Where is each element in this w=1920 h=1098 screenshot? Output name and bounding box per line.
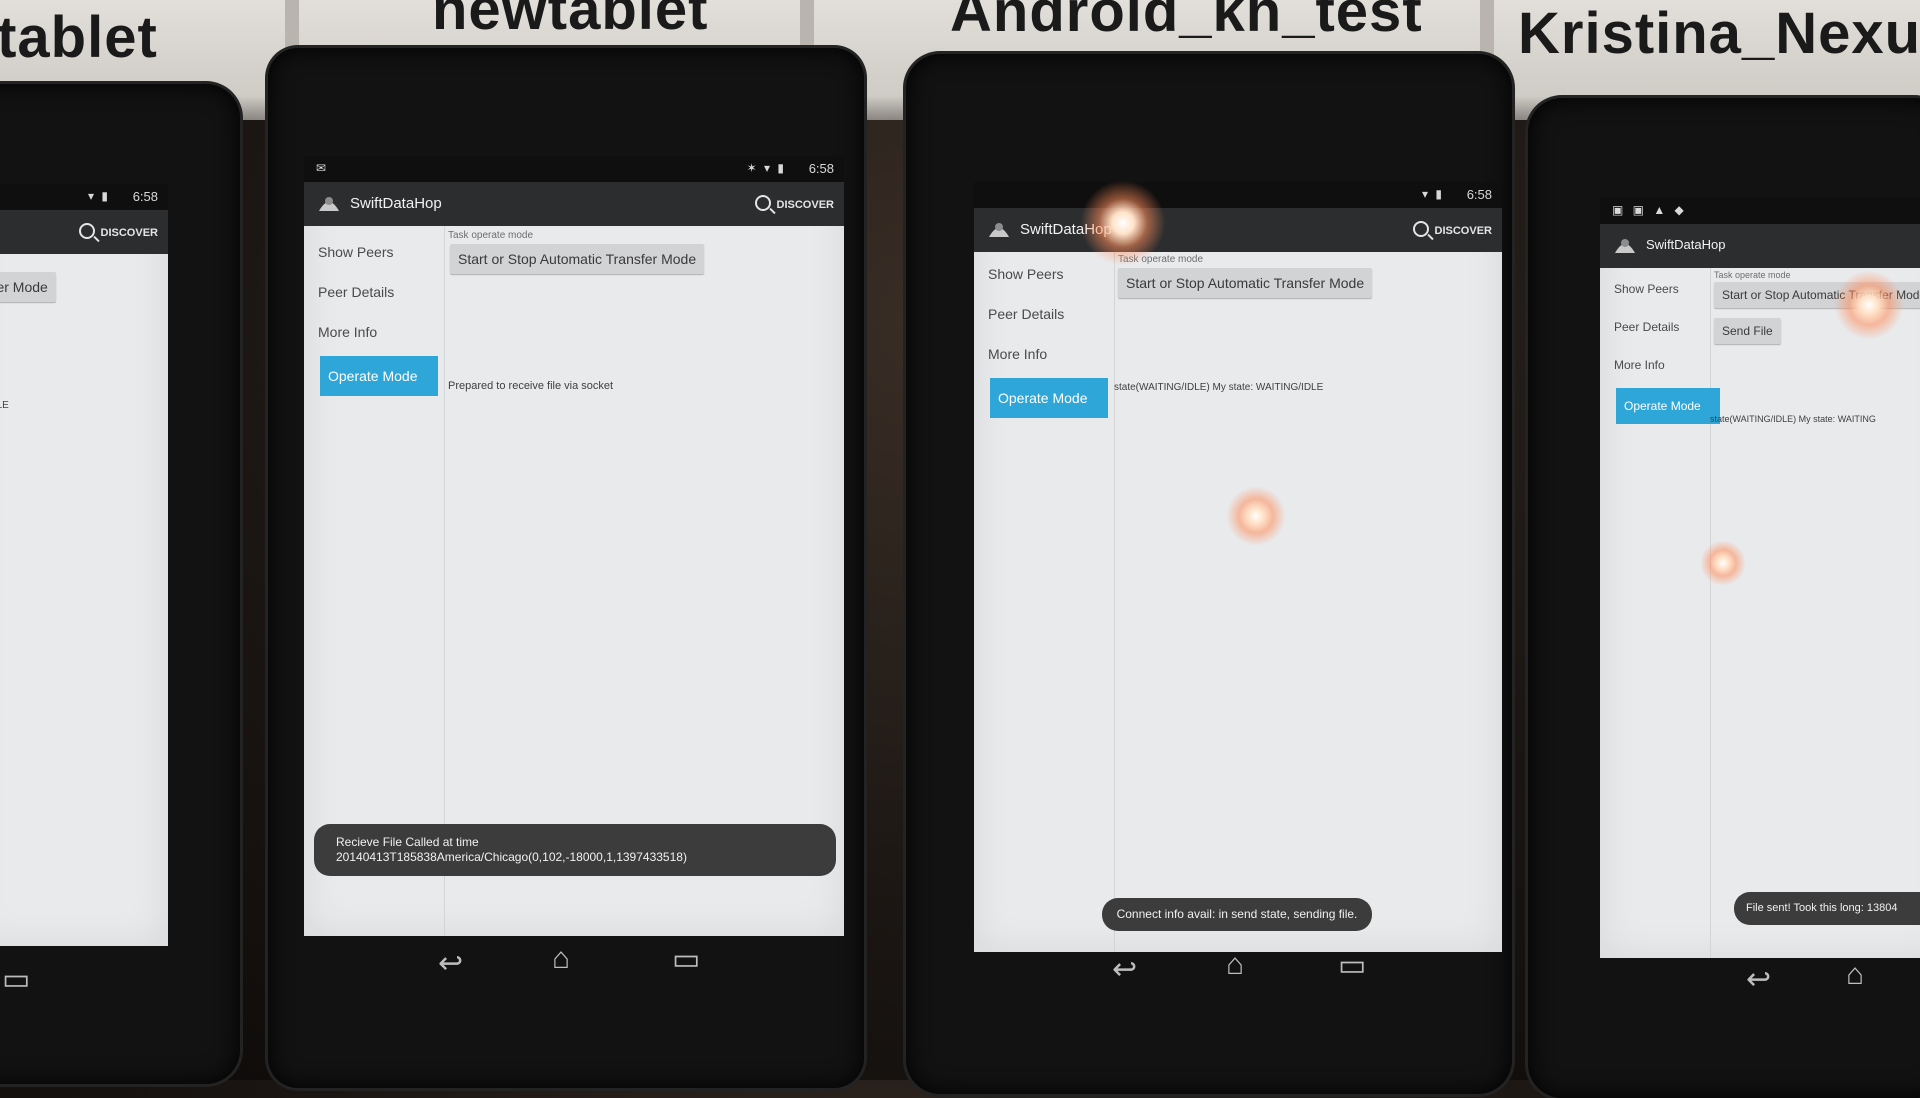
label-ltablet: ltablet [0, 5, 158, 70]
action-bar: SwiftDataHop DISCOVER [304, 182, 844, 226]
action-bar: SwiftDataHop [1600, 224, 1920, 268]
action-bar: SwiftDataHop DISCOVER [974, 208, 1502, 252]
back-icon[interactable]: ↩ [438, 946, 463, 981]
send-file-button[interactable]: Send File [1714, 318, 1781, 344]
nav-operate-mode[interactable]: Operate Mode [1616, 388, 1720, 424]
recents-icon[interactable]: ▭ [2, 962, 30, 997]
recents-icon[interactable]: ▭ [1338, 948, 1366, 983]
flash-reflection [1834, 270, 1904, 340]
task-caption: Task operate mode [448, 230, 534, 241]
state-text: state(WAITING/IDLE) My state: WAITING/ID… [1114, 382, 1324, 393]
wifi-battery-icon: ✶ ▾ ▮ [746, 161, 786, 175]
status-bar: ▾ ▮ 6:58 [0, 184, 168, 210]
toast-message: File sent! Took this long: 13804 [1734, 892, 1920, 925]
status-bar: ✉ ✶ ▾ ▮ 6:58 [304, 156, 844, 182]
state-text: state(WAITING/IDLE) My state: WAITING [1710, 414, 1876, 424]
search-icon [78, 223, 95, 239]
discover-button[interactable]: DISCOVER [754, 195, 834, 211]
status-bar: ▣ ▣ ▲ ◆ [1600, 198, 1920, 224]
device-screen: ▾ ▮ 6:58 SwiftDataHop DISCOVER Show Peer… [974, 182, 1502, 952]
discover-label: DISCOVER [100, 227, 158, 239]
transfer-mode-button[interactable]: ansfer Mode [0, 272, 56, 302]
app-title: SwiftDataHop [1646, 237, 1726, 252]
discover-label: DISCOVER [776, 199, 834, 211]
app-logo-icon [1615, 239, 1635, 253]
nav-more-info[interactable]: More Info [318, 324, 377, 340]
status-time: 6:58 [132, 189, 158, 204]
nav-show-peers[interactable]: Show Peers [1614, 282, 1679, 296]
tablet-android-kh-test: ▾ ▮ 6:58 SwiftDataHop DISCOVER Show Peer… [906, 54, 1512, 1094]
device-screen: ✉ ✶ ▾ ▮ 6:58 SwiftDataHop DISCOVER Show … [304, 156, 844, 936]
recents-icon[interactable]: ▭ [672, 942, 700, 977]
discover-label: DISCOVER [1434, 225, 1492, 237]
sidebar-nav: Show Peers Peer Details More Info Operat… [1600, 268, 1720, 958]
label-kristina-nexus: Kristina_Nexus [1518, 1, 1920, 66]
action-bar: DISCOVER [0, 210, 168, 254]
wifi-battery-icon: ▾ ▮ [1422, 187, 1444, 201]
nav-show-peers[interactable]: Show Peers [318, 244, 393, 260]
label-android-kh-test: Android_kh_test [950, 0, 1423, 44]
notification-icon: ✉ [316, 161, 330, 175]
state-text: ING/IDLE [0, 400, 9, 411]
flash-reflection [1700, 540, 1746, 586]
app-title: SwiftDataHop [350, 195, 442, 212]
nav-peer-details[interactable]: Peer Details [988, 306, 1064, 322]
nav-operate-mode[interactable]: Operate Mode [990, 378, 1108, 418]
nav-peer-details[interactable]: Peer Details [1614, 320, 1679, 334]
home-icon[interactable]: ⌂ [1846, 958, 1864, 992]
nav-more-info[interactable]: More Info [988, 346, 1047, 362]
home-icon[interactable]: ⌂ [1226, 948, 1244, 982]
status-time: 6:58 [1466, 187, 1492, 202]
app-logo-icon [319, 197, 339, 211]
search-icon [754, 195, 771, 211]
app-logo-icon [989, 223, 1009, 237]
flash-reflection [1226, 486, 1286, 546]
transfer-mode-button[interactable]: Start or Stop Automatic Transfer Mode [450, 244, 705, 274]
home-icon[interactable]: ⌂ [552, 942, 570, 976]
notification-icons: ▣ ▣ ▲ ◆ [1612, 203, 1687, 217]
state-text: Prepared to receive file via socket [448, 380, 614, 392]
search-icon [1412, 221, 1429, 237]
discover-button[interactable]: DISCOVER [78, 223, 158, 239]
device-screen: ▾ ▮ 6:58 DISCOVER ansfer Mode ING/IDLE [0, 184, 168, 946]
toast-message: Connect info avail: in send state, sendi… [1102, 898, 1372, 931]
task-caption: Task operate mode [1714, 270, 1791, 280]
back-icon[interactable]: ↩ [1746, 962, 1771, 997]
flash-reflection [1080, 180, 1166, 266]
tablet-newtablet: ✉ ✶ ▾ ▮ 6:58 SwiftDataHop DISCOVER Show … [268, 48, 864, 1088]
label-newtablet: newtablet [432, 0, 709, 42]
nav-show-peers[interactable]: Show Peers [988, 266, 1063, 282]
discover-button[interactable]: DISCOVER [1412, 221, 1492, 237]
tablet-kristina-nexus: ▣ ▣ ▲ ◆ SwiftDataHop Show Peers Peer Det… [1528, 98, 1920, 1098]
status-time: 6:58 [808, 161, 834, 176]
toast-message: Recieve File Called at time 20140413T185… [314, 824, 836, 876]
tablet-ltablet: ▾ ▮ 6:58 DISCOVER ansfer Mode ING/IDLE ▭ [0, 84, 240, 1084]
nav-more-info[interactable]: More Info [1614, 358, 1665, 372]
transfer-mode-button[interactable]: Start or Stop Automatic Transfer Mode [1118, 268, 1373, 298]
status-bar: ▾ ▮ 6:58 [974, 182, 1502, 208]
sidebar-nav: Show Peers Peer Details More Info Operat… [974, 252, 1115, 952]
back-icon[interactable]: ↩ [1112, 952, 1137, 987]
nav-peer-details[interactable]: Peer Details [318, 284, 394, 300]
wifi-battery-icon: ▾ ▮ [88, 189, 110, 203]
nav-operate-mode[interactable]: Operate Mode [320, 356, 438, 396]
